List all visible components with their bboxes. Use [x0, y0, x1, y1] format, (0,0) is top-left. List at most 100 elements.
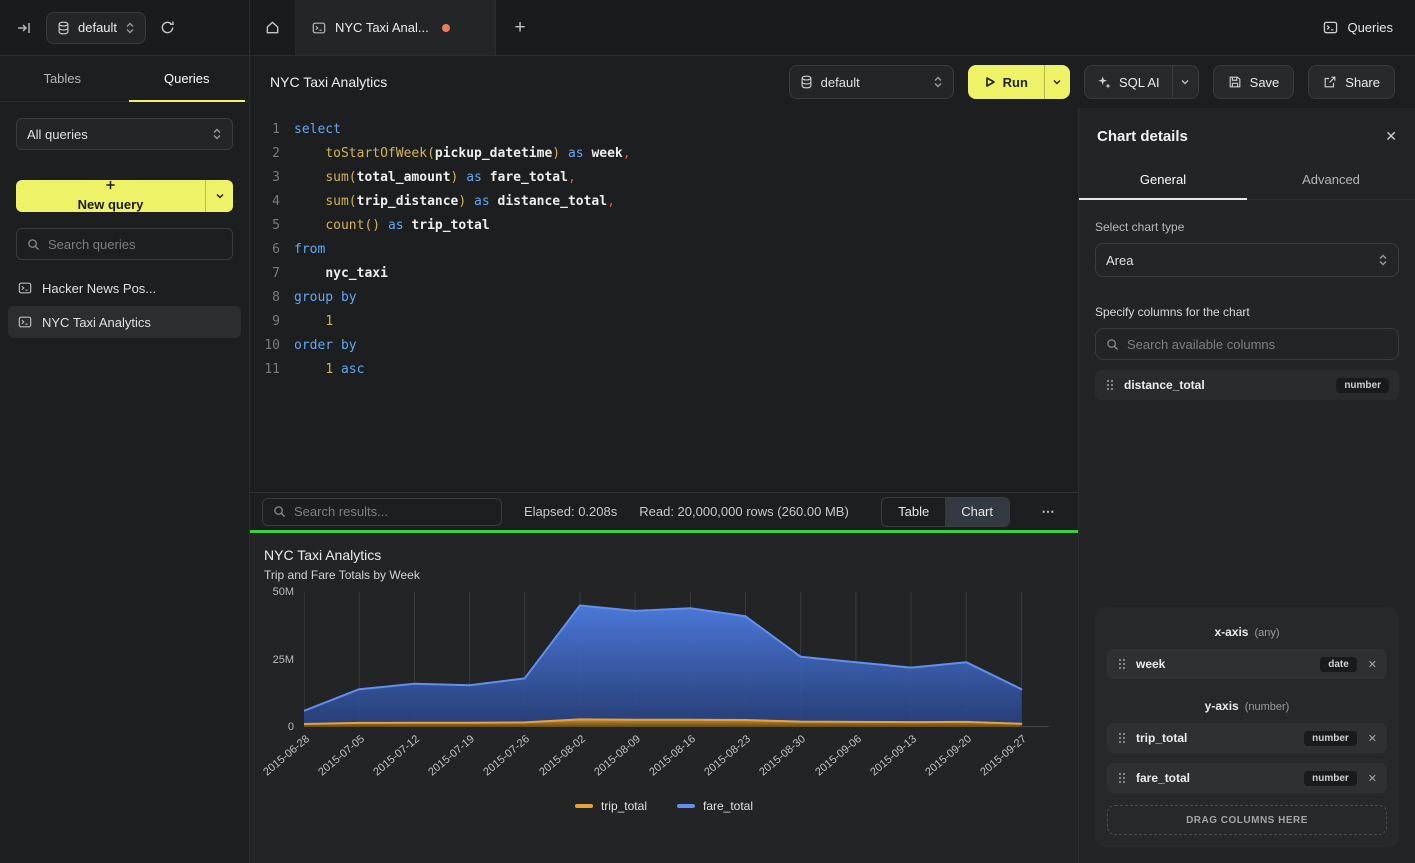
tab-advanced[interactable]: Advanced — [1247, 159, 1415, 199]
code-line: sum(total_amount) as fare_total, — [294, 166, 576, 190]
editor-line: 11 1 asc — [250, 358, 1078, 382]
tab-title: NYC Taxi Anal... — [335, 20, 429, 35]
code-line: count() as trip_total — [294, 214, 490, 238]
sql-ai-button[interactable]: SQL AI — [1085, 66, 1172, 98]
y-tick-label: 0 — [288, 721, 294, 733]
active-query-tab[interactable]: NYC Taxi Anal... — [296, 0, 496, 55]
query-label: Hacker News Pos... — [42, 281, 156, 296]
header-database-selector[interactable]: default — [789, 65, 954, 99]
chart-type-select[interactable]: Area — [1095, 243, 1399, 277]
chart-plot — [304, 592, 1049, 727]
editor-line: 5 count() as trip_total — [250, 214, 1078, 238]
line-number: 9 — [250, 310, 280, 334]
remove-column-icon[interactable]: ✕ — [1368, 772, 1377, 785]
sidebar-query-item[interactable]: Hacker News Pos... — [8, 272, 241, 304]
x-tick-label: 2015-07-05 — [316, 733, 367, 778]
column-chip-fare_total[interactable]: fare_totalnumber✕ — [1107, 763, 1387, 793]
view-toggle-chart[interactable]: Chart — [945, 498, 1009, 526]
tab-general[interactable]: General — [1079, 159, 1247, 199]
legend-item-fare_total[interactable]: fare_total — [677, 799, 753, 813]
line-number: 8 — [250, 286, 280, 310]
y-axis-items: trip_totalnumber✕ fare_totalnumber✕ — [1107, 713, 1387, 793]
database-selector[interactable]: default — [46, 12, 146, 44]
columns-search-box — [1095, 328, 1399, 360]
code-line: toStartOfWeek(pickup_datetime) as week, — [294, 142, 631, 166]
chart-subtitle: Trip and Fare Totals by Week — [264, 568, 1078, 582]
share-button[interactable]: Share — [1308, 65, 1395, 99]
sidebar-tab-queries[interactable]: Queries — [125, 56, 250, 101]
x-tick-label: 2015-07-19 — [426, 733, 477, 778]
code-line: nyc_taxi — [294, 262, 388, 286]
x-tick-label: 2015-07-12 — [371, 733, 422, 778]
view-toggle-table[interactable]: Table — [882, 498, 945, 526]
sql-ai-caret-button[interactable] — [1172, 66, 1198, 98]
collapse-sidebar-button[interactable] — [16, 20, 32, 36]
panel-tabs: General Advanced — [1079, 159, 1415, 200]
legend-label: trip_total — [601, 799, 647, 813]
column-name: week — [1136, 657, 1165, 671]
chevron-down-icon — [1180, 77, 1190, 87]
chart-legend: trip_total fare_total — [250, 799, 1078, 813]
legend-swatch — [677, 804, 695, 808]
column-name: distance_total — [1124, 378, 1205, 392]
database-icon — [800, 75, 813, 89]
sidebar-query-item[interactable]: NYC Taxi Analytics — [8, 306, 241, 338]
x-axis-header: x-axis(any) — [1107, 625, 1387, 639]
new-query-label: New query — [78, 197, 144, 212]
save-button[interactable]: Save — [1213, 65, 1295, 99]
remove-column-icon[interactable]: ✕ — [1368, 658, 1377, 671]
line-number: 1 — [250, 118, 280, 142]
search-icon — [27, 238, 40, 251]
editor-line: 7 nyc_taxi — [250, 262, 1078, 286]
columns-search-input[interactable] — [1127, 337, 1388, 352]
remove-column-icon[interactable]: ✕ — [1368, 732, 1377, 745]
new-tab-button[interactable]: + — [496, 0, 544, 55]
database-selector-value: default — [78, 20, 117, 35]
column-chip-trip_total[interactable]: trip_totalnumber✕ — [1107, 723, 1387, 753]
sql-editor[interactable]: 1select2 toStartOfWeek(pickup_datetime) … — [250, 108, 1078, 492]
code-line: 1 asc — [294, 358, 364, 382]
column-name: trip_total — [1136, 731, 1187, 745]
view-toggle: Table Chart — [881, 497, 1010, 527]
code-line: sum(trip_distance) as distance_total, — [294, 190, 615, 214]
x-tick-label: 2015-09-06 — [813, 733, 864, 778]
refresh-button[interactable] — [160, 20, 175, 35]
drag-columns-drop-zone[interactable]: DRAG COLUMNS HERE — [1107, 805, 1387, 835]
drag-handle-icon — [1117, 731, 1127, 745]
run-caret-button[interactable] — [1044, 65, 1070, 99]
sidebar-tab-tables[interactable]: Tables — [0, 56, 125, 101]
line-number: 4 — [250, 190, 280, 214]
results-search-input[interactable] — [294, 504, 491, 519]
read-stats-text: Read: 20,000,000 rows (260.00 MB) — [639, 504, 849, 519]
column-chip-distance_total[interactable]: distance_totalnumber — [1095, 370, 1399, 400]
queries-filter-select[interactable]: All queries — [16, 118, 233, 150]
line-number: 2 — [250, 142, 280, 166]
sidebar-tabs: Tables Queries — [0, 56, 249, 102]
new-query-caret-button[interactable] — [205, 180, 233, 212]
main-header: NYC Taxi Analytics default Run — [250, 56, 1415, 108]
page-title: NYC Taxi Analytics — [270, 74, 387, 90]
new-query-button[interactable]: New query — [16, 180, 205, 212]
sidebar-collapse-icon — [16, 20, 32, 36]
more-options-button[interactable]: ⋯ — [1032, 504, 1066, 520]
column-chip-week[interactable]: weekdate✕ — [1107, 649, 1387, 679]
home-tab[interactable] — [250, 0, 296, 55]
chart-type-value: Area — [1106, 253, 1370, 268]
query-icon — [18, 315, 32, 329]
x-tick-label: 2015-08-23 — [702, 733, 753, 778]
available-columns-list: distance_totalnumber — [1095, 360, 1399, 400]
line-number: 6 — [250, 238, 280, 262]
x-tick-label: 2015-06-28 — [261, 733, 312, 778]
axes-card: x-axis(any) weekdate✕ y-axis(number) tri… — [1095, 607, 1399, 847]
editor-line: 4 sum(trip_distance) as distance_total, — [250, 190, 1078, 214]
line-number: 7 — [250, 262, 280, 286]
run-button[interactable]: Run — [968, 65, 1044, 99]
queries-button[interactable]: Queries — [1301, 0, 1415, 55]
column-name: fare_total — [1136, 771, 1190, 785]
close-panel-button[interactable]: ✕ — [1385, 128, 1397, 145]
query-search-input[interactable] — [48, 237, 222, 252]
legend-item-trip_total[interactable]: trip_total — [575, 799, 647, 813]
search-icon — [273, 505, 286, 518]
refresh-icon — [160, 20, 175, 35]
editor-line: 10order by — [250, 334, 1078, 358]
